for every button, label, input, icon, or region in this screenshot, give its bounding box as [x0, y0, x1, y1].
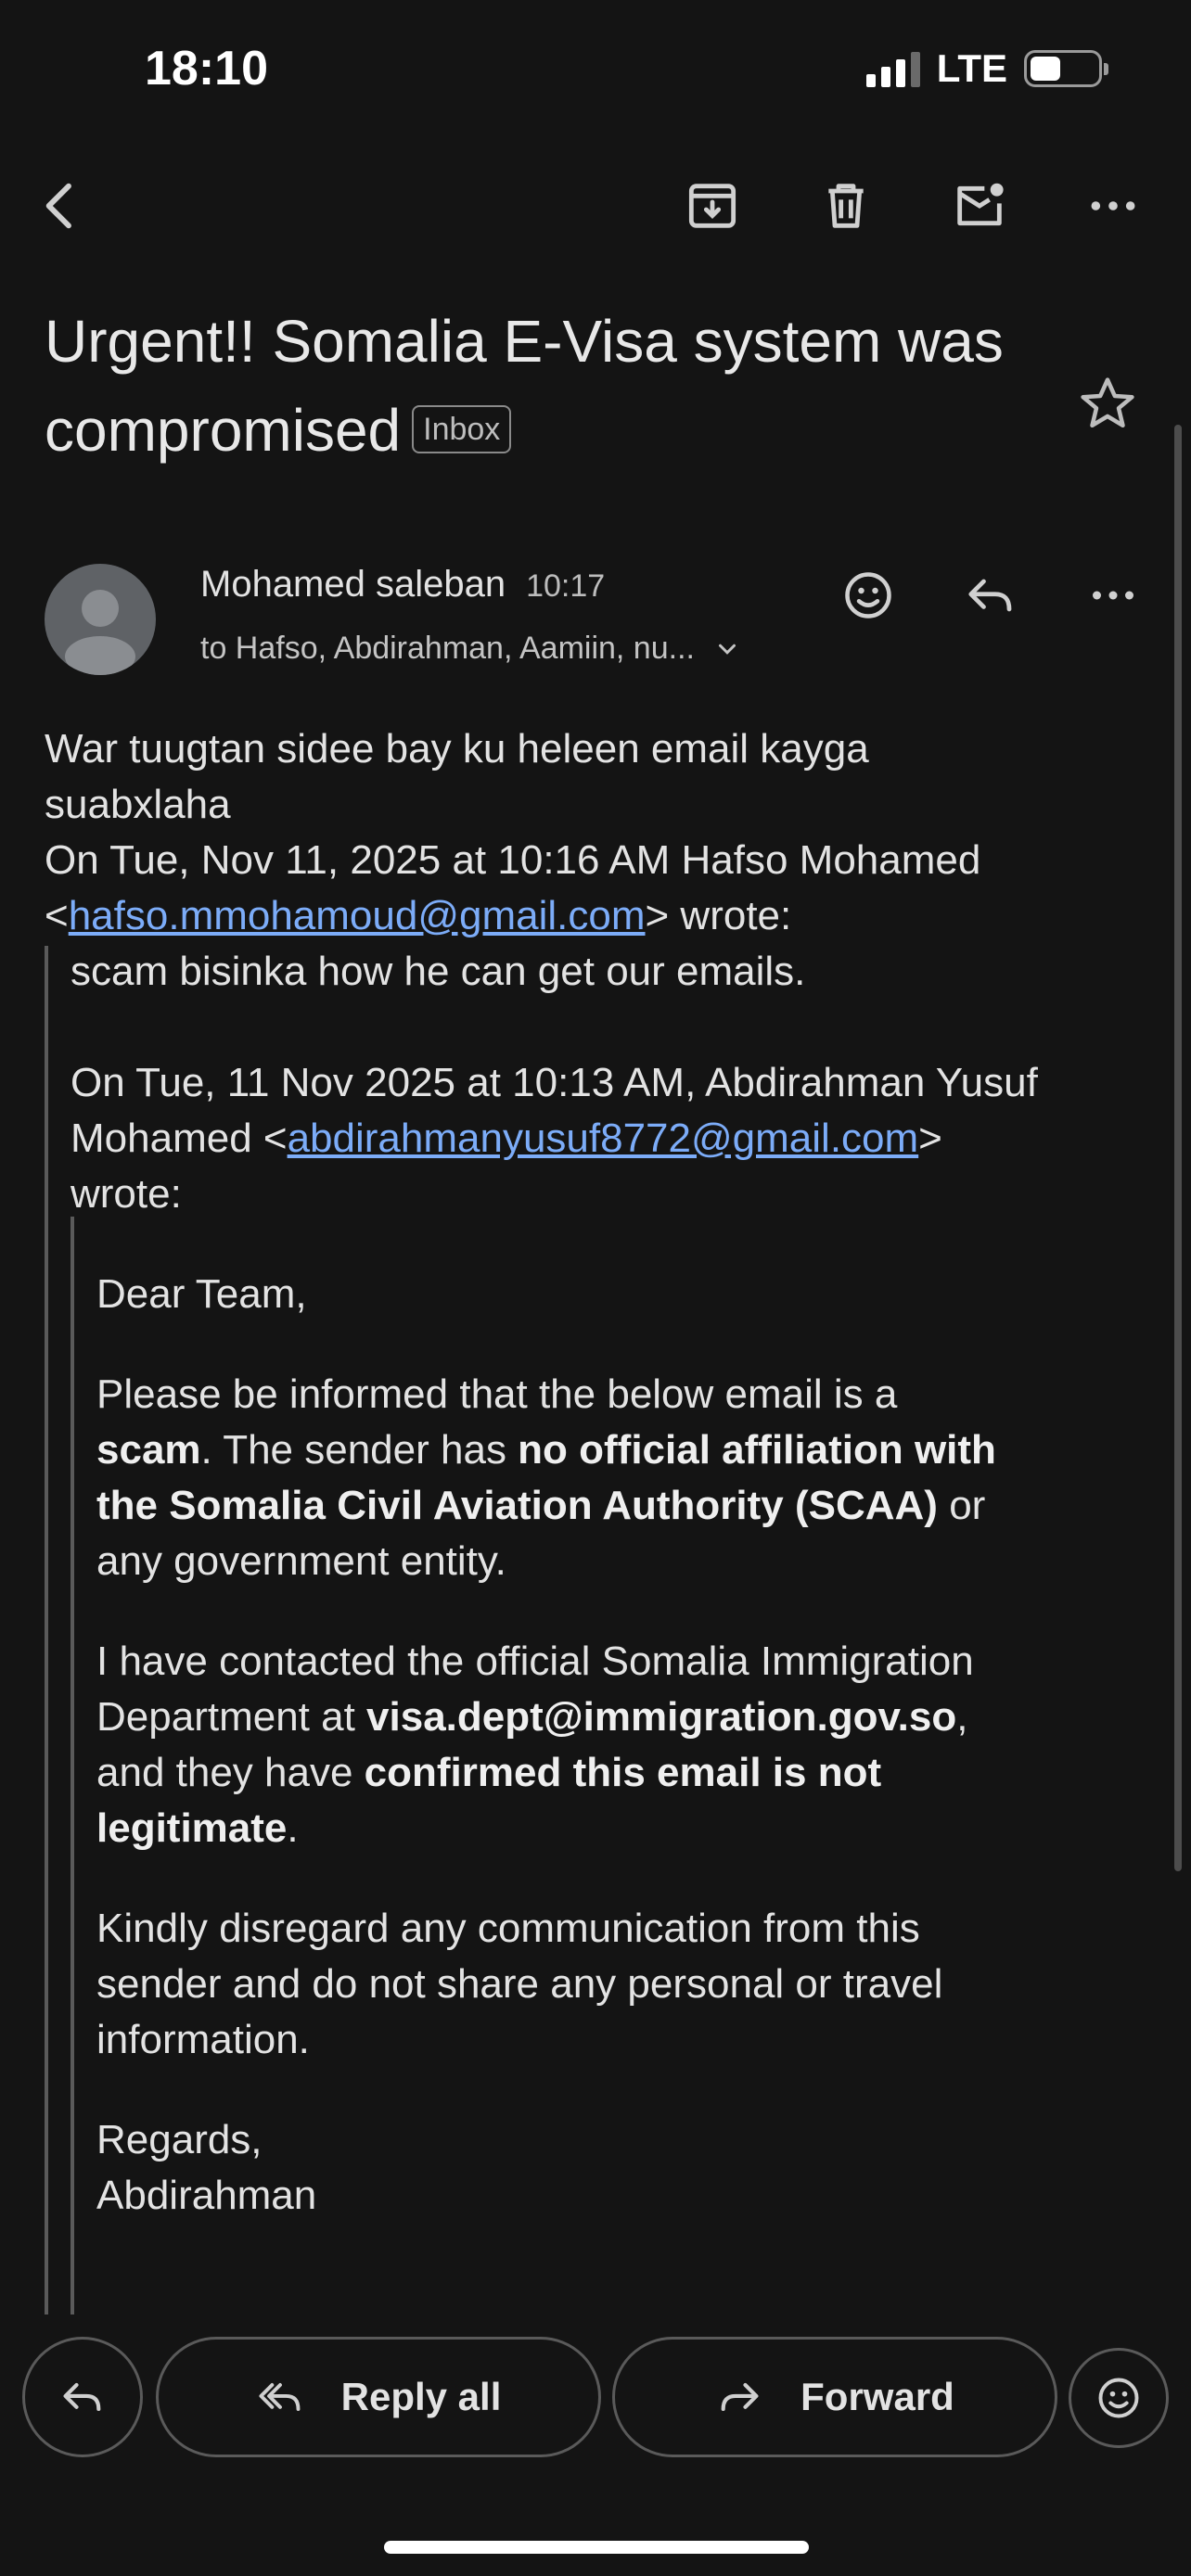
more-icon[interactable] [1080, 172, 1146, 239]
text: , [956, 1694, 968, 1740]
paragraph-line: Department at visa.dept@immigration.gov.… [96, 1690, 1163, 1745]
quote-header: Mohamed <abdirahmanyusuf8772@gmail.com> [70, 1111, 1174, 1167]
reply-icon [63, 2382, 101, 2412]
paragraph-line: Kindly disregard any communication from … [96, 1906, 920, 1951]
sender-email-link[interactable]: abdirahmanyusuf8772@gmail.com [288, 1116, 919, 1161]
bold-text: legitimate [96, 1805, 288, 1851]
text: . The sender has [200, 1427, 519, 1473]
quote-bar [70, 1217, 74, 2318]
home-indicator[interactable] [384, 2541, 809, 2554]
reply-all-button[interactable]: Reply all [156, 2337, 601, 2457]
bold-text: visa.dept@immigration.gov.so [366, 1694, 957, 1740]
inbox-label-badge[interactable]: Inbox [412, 405, 512, 454]
forward-button[interactable]: Forward [612, 2337, 1057, 2457]
sent-time: 10:17 [526, 568, 606, 604]
bracket: < [45, 893, 69, 938]
sender-line: Mohamed saleban 10:17 [200, 564, 605, 606]
status-indicators: LTE [865, 46, 1108, 91]
status-time: 18:10 [145, 42, 268, 96]
paragraph-line: information. [96, 2017, 310, 2062]
forward-icon [721, 2382, 759, 2412]
text: or [937, 1483, 986, 1528]
bold-text: the Somalia Civil Aviation Authority (SC… [96, 1483, 938, 1528]
battery-icon [1024, 50, 1108, 87]
archive-icon[interactable] [679, 172, 746, 239]
recipients-line[interactable]: to Hafso, Abdirahman, Aamiin, nu... [200, 631, 741, 667]
paragraph-line: any government entity. [96, 1538, 506, 1584]
signature-line: Regards, [96, 2117, 263, 2162]
reply-button[interactable] [22, 2337, 143, 2457]
bold-text: confirmed this email is not [364, 1750, 882, 1795]
text: . [287, 1805, 299, 1851]
paragraph-line: scam. The sender has no official affilia… [96, 1422, 1163, 1478]
sender-email-link[interactable]: hafso.mmohamoud@gmail.com [69, 893, 646, 938]
back-arrow-icon[interactable] [28, 172, 95, 239]
reply-all-icon [259, 2383, 301, 2411]
subject-text: Urgent!! Somalia E-Visa system was compr… [45, 308, 1004, 464]
text: and they have [96, 1750, 365, 1795]
wrote-text: wrote: [70, 1171, 182, 1217]
reply-line: War tuugtan sidee bay ku heleen email ka… [45, 726, 869, 772]
message-more-icon[interactable] [1080, 562, 1146, 629]
quoted-message-1: scam bisinka how he can get our emails. … [70, 944, 1174, 1222]
header-text: Mohamed < [70, 1116, 288, 1161]
paragraph-line: Please be informed that the below email … [96, 1371, 898, 1417]
text: Department at [96, 1694, 367, 1740]
reply-all-label: Reply all [340, 2375, 502, 2418]
reply-line: suabxlaha [45, 782, 231, 827]
paragraph-line: legitimate. [96, 1801, 1163, 1856]
quote-bar [45, 946, 48, 2318]
avatar[interactable] [45, 564, 156, 675]
mark-unread-icon[interactable] [946, 172, 1013, 239]
network-type: LTE [936, 46, 1007, 90]
scrollbar[interactable] [1174, 425, 1182, 1871]
quote-header: On Tue, Nov 11, 2025 at 10:16 AM Hafso M… [45, 837, 981, 883]
emoji-button[interactable] [1069, 2348, 1169, 2448]
paragraph-line: sender and do not share any personal or … [96, 1961, 943, 2007]
forward-label: Forward [800, 2375, 954, 2418]
quote-text: scam bisinka how he can get our emails. [70, 949, 806, 994]
bold-text: scam [96, 1427, 201, 1473]
paragraph-line: I have contacted the official Somalia Im… [96, 1639, 974, 1684]
bold-text: no official affiliation with [518, 1427, 996, 1473]
email-subject: Urgent!! Somalia E-Visa system was compr… [45, 297, 1028, 475]
star-icon[interactable] [1074, 371, 1141, 438]
reply-icon[interactable] [957, 562, 1024, 629]
reply-body: War tuugtan sidee bay ku heleen email ka… [45, 721, 1158, 944]
bracket: > [918, 1116, 942, 1161]
signature-line: Abdirahman [96, 2173, 317, 2218]
quote-header: On Tue, 11 Nov 2025 at 10:13 AM, Abdirah… [70, 1060, 1038, 1105]
quote-header: <hafso.mmohamoud@gmail.com> wrote: [45, 888, 1158, 944]
greeting: Dear Team, [96, 1271, 307, 1317]
emoji-react-icon[interactable] [835, 562, 902, 629]
wrote-text: > wrote: [645, 893, 792, 938]
recipients-text: to Hafso, Abdirahman, Aamiin, nu... [200, 631, 695, 666]
trash-icon[interactable] [813, 172, 879, 239]
sender-name[interactable]: Mohamed saleban [200, 564, 506, 605]
paragraph-line: and they have confirmed this email is no… [96, 1745, 1163, 1801]
signal-icon [865, 50, 920, 87]
emoji-icon [1098, 2378, 1139, 2418]
paragraph-line: the Somalia Civil Aviation Authority (SC… [96, 1478, 1163, 1534]
quoted-message-2: Dear Team, Please be informed that the b… [96, 1267, 1163, 2224]
chevron-down-icon[interactable] [713, 635, 741, 663]
